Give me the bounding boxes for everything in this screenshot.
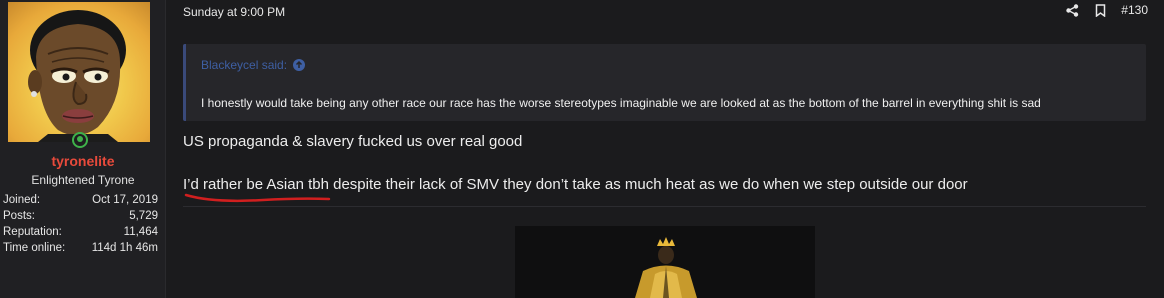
embedded-image[interactable] <box>515 226 815 298</box>
quote-author[interactable]: Blackeycel said: <box>201 58 306 72</box>
stat-time-online: Time online: 114d 1h 46m <box>3 240 158 256</box>
crowned-figure-image <box>515 226 815 298</box>
cartoon-avatar-icon <box>28 10 126 142</box>
stat-label: Joined: <box>3 194 41 206</box>
post-date[interactable]: Sunday at 9:00 PM <box>183 5 285 19</box>
share-icon[interactable] <box>1065 3 1079 17</box>
quote-author-label[interactable]: Blackeycel said: <box>201 58 287 72</box>
divider <box>183 206 1146 207</box>
stat-value: Oct 17, 2019 <box>92 194 158 206</box>
user-panel: tyronelite Enlightened Tyrone Joined: Oc… <box>0 0 166 298</box>
bookmark-icon[interactable] <box>1093 3 1107 17</box>
stat-posts: Posts: 5,729 <box>3 208 158 224</box>
user-title: Enlightened Tyrone <box>31 173 135 187</box>
stat-label: Posts: <box>3 210 35 222</box>
post-number[interactable]: #130 <box>1121 3 1148 17</box>
avatar-wrap <box>8 2 150 148</box>
post-actions: #130 <box>1065 3 1148 17</box>
stat-value: 5,729 <box>129 210 158 222</box>
stat-value: 114d 1h 46m <box>91 242 158 254</box>
jump-to-quote-icon[interactable] <box>293 59 306 71</box>
quote-text: I honestly would take being any other ra… <box>201 96 1041 110</box>
avatar[interactable] <box>8 2 150 142</box>
red-underline-annotation <box>184 193 331 203</box>
user-stats: Joined: Oct 17, 2019 Posts: 5,729 Reputa… <box>3 192 158 256</box>
online-status-icon <box>72 132 88 148</box>
stat-label: Reputation: <box>3 226 62 238</box>
stat-joined: Joined: Oct 17, 2019 <box>3 192 158 208</box>
stat-label: Time online: <box>3 242 66 254</box>
post-text-line: US propaganda & slavery fucked us over r… <box>183 133 523 150</box>
stat-reputation: Reputation: 11,464 <box>3 224 158 240</box>
username[interactable]: tyronelite <box>0 153 166 169</box>
quote-block: Blackeycel said: I honestly would take b… <box>183 44 1146 121</box>
stat-value: 11,464 <box>123 226 158 238</box>
